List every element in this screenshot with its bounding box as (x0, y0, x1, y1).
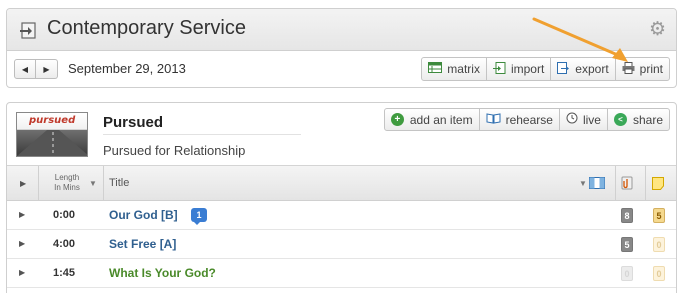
item-title-link[interactable]: Our God [B] (109, 208, 178, 222)
plan-panel: pursued Pursued Pursued for Relationship… (6, 102, 677, 293)
triangle-right-icon: ▶ (43, 64, 50, 74)
item-title-link[interactable]: Set Free [A] (109, 237, 176, 251)
triangle-right-icon: ▶ (20, 178, 27, 188)
share-icon: < (613, 113, 627, 126)
column-divider (645, 166, 646, 200)
length-header-line2: In Mins (54, 183, 80, 192)
column-sort-icon[interactable]: ▼ (579, 166, 587, 200)
matrix-button[interactable]: matrix (422, 58, 486, 80)
share-label: share (632, 112, 663, 127)
add-item-label: add an item (409, 112, 473, 127)
plan-title: Pursued (103, 114, 164, 131)
next-date-button[interactable]: ▶ (36, 59, 58, 79)
service-header: Contemporary Service ⚙ (7, 9, 676, 51)
live-button[interactable]: live (558, 109, 607, 130)
share-button[interactable]: < share (606, 109, 669, 130)
note-icon (652, 166, 664, 200)
export-button[interactable]: export (550, 58, 614, 80)
attachment-count[interactable]: 5 (621, 237, 633, 252)
note-count[interactable]: 0 (653, 266, 665, 281)
add-item-button[interactable]: + add an item (385, 109, 479, 130)
comment-count-badge[interactable]: 1 (191, 208, 207, 225)
export-icon (557, 61, 570, 77)
triangle-right-icon[interactable]: ▶ (19, 268, 25, 277)
import-document-icon (19, 21, 39, 39)
divider (103, 134, 301, 135)
column-divider (615, 166, 616, 200)
live-label: live (582, 112, 601, 127)
plan-item-row[interactable]: ▶ 0:00 Our God [B] 1 8 5 (7, 201, 676, 230)
service-date: September 29, 2013 (68, 61, 186, 76)
service-title: Contemporary Service (47, 17, 246, 39)
triangle-right-icon[interactable]: ▶ (19, 210, 25, 219)
printer-icon (622, 61, 635, 77)
column-divider (103, 166, 104, 200)
triangle-right-icon[interactable]: ▶ (19, 239, 25, 248)
import-label: import (510, 62, 545, 76)
date-navigation: ◀ ▶ (14, 59, 58, 79)
plan-actions: + add an item rehearse live < share (383, 108, 670, 131)
import-icon (492, 61, 506, 77)
plan-subtitle: Pursued for Relationship (103, 143, 246, 158)
service-panel: Contemporary Service ⚙ ◀ ▶ September 29,… (6, 8, 677, 88)
plan-table-header: ▶ Length In Mins ▼ Title ▼ (7, 165, 676, 201)
clock-icon (566, 112, 578, 127)
service-toolbar: matrix import export print (421, 57, 670, 81)
matrix-icon (428, 62, 443, 76)
gear-icon[interactable]: ⚙ (649, 20, 666, 39)
attachment-icon (621, 166, 633, 200)
note-count[interactable]: 5 (653, 208, 665, 223)
plan-item-row[interactable]: ▶ 1:45 What Is Your God? 0 0 (7, 259, 676, 288)
columns-view-icon[interactable] (589, 166, 605, 200)
attachment-count[interactable]: 8 (621, 208, 633, 223)
item-length: 0:00 (52, 209, 76, 221)
length-header-line1: Length (54, 173, 80, 182)
title-column-header: Title (109, 177, 130, 189)
previous-date-button[interactable]: ◀ (14, 59, 36, 79)
plan-item-row[interactable]: ▶ 4:00 Set Free [A] 5 0 (7, 230, 676, 259)
item-title-link[interactable]: What Is Your God? (109, 266, 216, 280)
attachment-count[interactable]: 0 (621, 266, 633, 281)
print-label: print (639, 62, 663, 76)
rehearse-button[interactable]: rehearse (478, 109, 559, 130)
thumbnail-text: pursued (29, 115, 76, 126)
plus-circle-icon: + (390, 113, 404, 126)
length-sort-icon[interactable]: ▼ (89, 166, 97, 200)
rehearse-label: rehearse (505, 112, 553, 127)
series-thumbnail: pursued (16, 112, 88, 157)
print-button[interactable]: print (614, 58, 669, 80)
column-divider (38, 166, 39, 200)
plan-header: pursued Pursued Pursued for Relationship… (7, 103, 676, 165)
matrix-label: matrix (447, 62, 480, 76)
triangle-left-icon: ◀ (21, 64, 29, 74)
expand-all-toggle[interactable]: ▶ (20, 166, 26, 200)
length-column-header: Length In Mins (42, 166, 92, 200)
note-count[interactable]: 0 (653, 237, 665, 252)
item-length: 1:45 (52, 267, 76, 279)
import-button[interactable]: import (485, 58, 550, 80)
book-icon (486, 112, 501, 127)
date-bar: ◀ ▶ September 29, 2013 matrix import exp… (7, 51, 676, 88)
export-label: export (575, 62, 609, 76)
item-length: 4:00 (52, 238, 76, 250)
